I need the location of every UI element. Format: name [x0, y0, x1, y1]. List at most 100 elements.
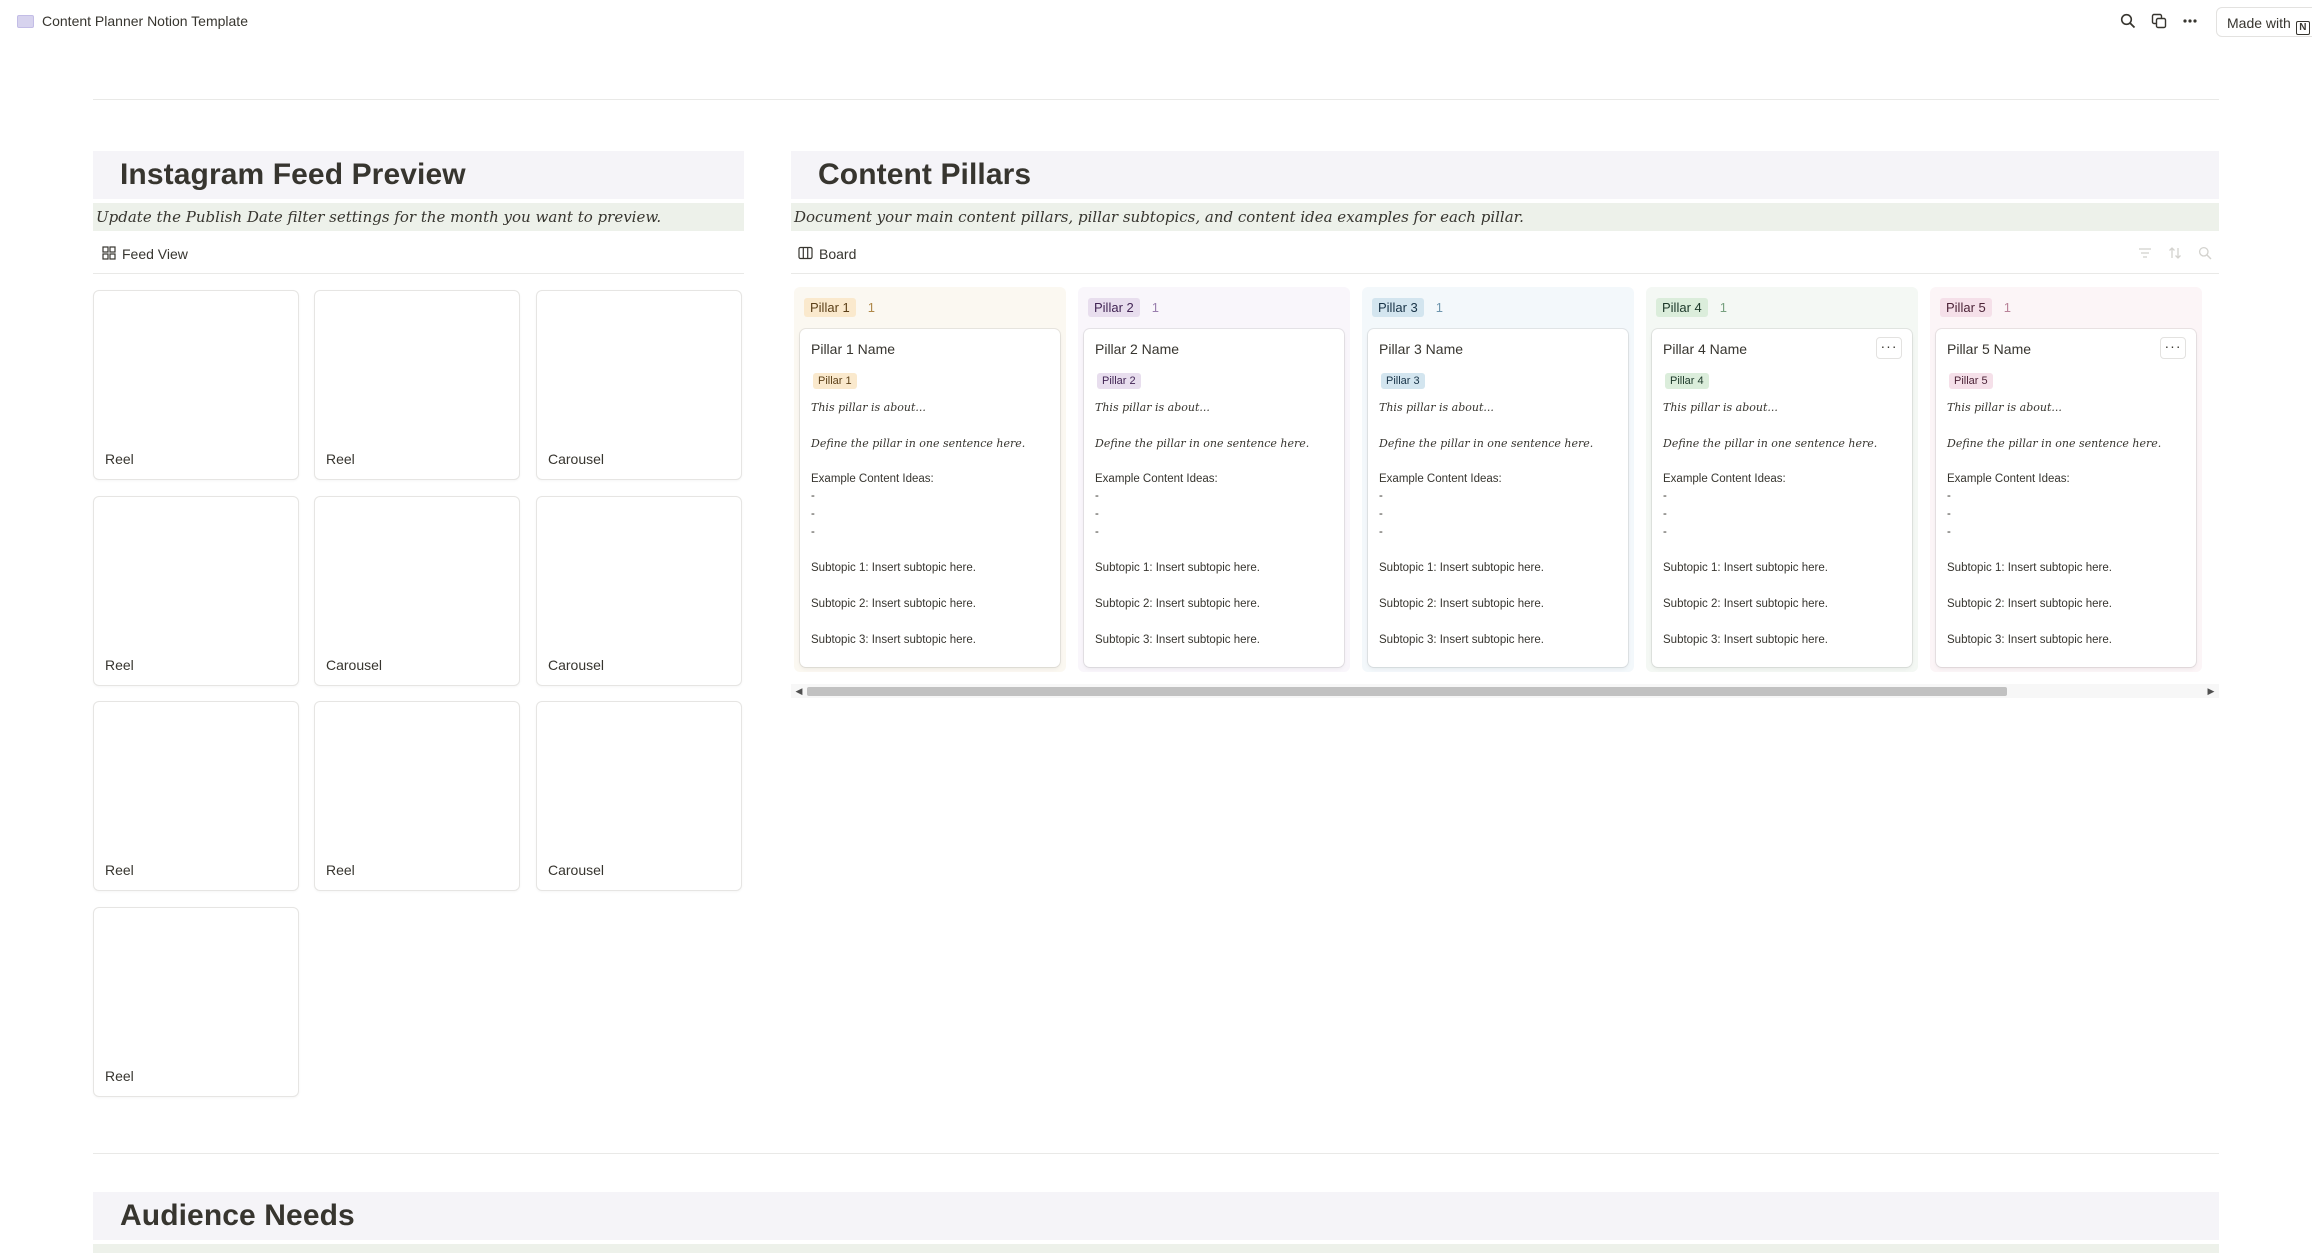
pillars-heading: Content Pillars: [818, 158, 1032, 191]
scroll-left-icon[interactable]: ◀: [793, 685, 805, 697]
gallery-card-label: Reel: [105, 862, 134, 878]
gallery-card-label: Carousel: [548, 657, 605, 673]
pillar-name: Pillar 5 Name: [1947, 341, 2032, 357]
column-header[interactable]: Pillar 4 1: [1656, 297, 1727, 317]
column-count: 1: [867, 299, 875, 315]
pillar-definition-text: Define the pillar in one sentence here.: [1947, 437, 2162, 450]
subtopic-2-text: Subtopic 2: Insert subtopic here.: [1947, 598, 2112, 610]
pillar-name: Pillar 1 Name: [811, 341, 896, 357]
divider: [93, 99, 2219, 100]
board-column-pillar-3: Pillar 3 1 Pillar 3 Name Pillar 3 This pilla…: [1362, 287, 1634, 672]
gallery-card-label: Carousel: [326, 657, 383, 673]
scroll-thumb[interactable]: [807, 687, 2007, 696]
subtopic-3-text: Subtopic 3: Insert subtopic here.: [1663, 634, 1828, 646]
pillars-section-heading: Content Pillars: [791, 151, 2219, 199]
gallery-card-label: Reel: [105, 1068, 134, 1084]
board-column-pillar-5: Pillar 5 1 Pillar 5 Name ··· Pillar 5 This pi…: [1930, 287, 2202, 672]
idea-bullet: -: [1663, 526, 1667, 538]
pillar-tag: Pillar 2: [1097, 373, 1141, 389]
example-ideas-label: Example Content Ideas:: [1947, 473, 2070, 485]
board-column-pillar-2: Pillar 2 1 Pillar 2 Name Pillar 2 This pilla…: [1078, 287, 1350, 672]
gallery-card[interactable]: Reel: [93, 907, 299, 1097]
column-tag: Pillar 5: [1940, 297, 1992, 317]
column-header[interactable]: Pillar 1 1: [804, 297, 875, 317]
pillar-about-text: This pillar is about...: [1663, 401, 1778, 414]
idea-bullet: -: [811, 526, 815, 538]
gallery-card[interactable]: Carousel: [536, 290, 742, 480]
gallery-card-label: Carousel: [548, 451, 605, 467]
subtopic-1-text: Subtopic 1: Insert subtopic here.: [1379, 562, 1544, 574]
board-column-pillar-1: Pillar 1 1 Pillar 1 Name Pillar 1 This pilla…: [794, 287, 1066, 672]
gallery-card[interactable]: Carousel: [536, 701, 742, 891]
pillar-card[interactable]: Pillar 1 Name Pillar 1 This pillar is abou…: [800, 329, 1060, 667]
column-tag: Pillar 4: [1656, 297, 1708, 317]
tab-board-view[interactable]: Board: [798, 239, 856, 269]
search-icon[interactable]: [2196, 246, 2214, 264]
top-bar: Content Planner Notion Template Made wit…: [0, 0, 2312, 44]
pillar-about-text: This pillar is about...: [1095, 401, 1210, 414]
pillar-card[interactable]: Pillar 5 Name ··· Pillar 5 This pillar is a…: [1936, 329, 2196, 667]
pillar-about-text: This pillar is about...: [1379, 401, 1494, 414]
column-header[interactable]: Pillar 2 1: [1088, 297, 1159, 317]
feed-section-heading: Instagram Feed Preview: [93, 151, 744, 199]
column-count: 1: [1151, 299, 1159, 315]
board-horizontal-scrollbar[interactable]: ◀ ▶: [791, 684, 2219, 698]
column-tag: Pillar 2: [1088, 297, 1140, 317]
idea-bullet: -: [1663, 490, 1667, 502]
pillar-definition-text: Define the pillar in one sentence here.: [1095, 437, 1310, 450]
audience-description-bar: [93, 1244, 2219, 1253]
board-column-pillar-4: Pillar 4 1 Pillar 4 Name ··· Pillar 4 This pi…: [1646, 287, 1918, 672]
pillar-tag: Pillar 1: [813, 373, 857, 389]
gallery-card[interactable]: Reel: [93, 496, 299, 686]
column-count: 1: [1435, 299, 1443, 315]
gallery-card[interactable]: Reel: [314, 701, 520, 891]
idea-bullet: -: [811, 490, 815, 502]
pillar-card[interactable]: Pillar 4 Name ··· Pillar 4 This pillar is a…: [1652, 329, 1912, 667]
pillar-about-text: This pillar is about...: [811, 401, 926, 414]
card-more-icon[interactable]: ···: [1876, 337, 1902, 359]
subtopic-3-text: Subtopic 3: Insert subtopic here.: [811, 634, 976, 646]
scroll-right-icon[interactable]: ▶: [2205, 685, 2217, 697]
breadcrumb-page-title[interactable]: Content Planner Notion Template: [42, 13, 248, 29]
made-with-label: Made with: [2227, 15, 2291, 31]
more-icon[interactable]: [2179, 10, 2201, 32]
made-with-notion-button[interactable]: Made with N: [2216, 7, 2312, 37]
view-divider: [93, 273, 744, 274]
pillar-card[interactable]: Pillar 3 Name Pillar 3 This pillar is abou…: [1368, 329, 1628, 667]
duplicate-icon[interactable]: [2148, 10, 2170, 32]
notion-logo-icon: N: [2295, 21, 2310, 35]
sort-icon[interactable]: [2166, 246, 2184, 264]
pillar-card[interactable]: Pillar 2 Name Pillar 2 This pillar is abou…: [1084, 329, 1344, 667]
gallery-card[interactable]: Reel: [314, 290, 520, 480]
gallery-card[interactable]: Carousel: [536, 496, 742, 686]
subtopic-2-text: Subtopic 2: Insert subtopic here.: [1379, 598, 1544, 610]
column-header[interactable]: Pillar 5 1: [1940, 297, 2011, 317]
divider: [93, 1153, 2219, 1154]
feed-heading: Instagram Feed Preview: [120, 158, 466, 191]
page-icon: [17, 15, 34, 28]
subtopic-3-text: Subtopic 3: Insert subtopic here.: [1095, 634, 1260, 646]
idea-bullet: -: [1095, 508, 1099, 520]
audience-section-heading: Audience Needs: [93, 1192, 2219, 1240]
search-icon[interactable]: [2117, 10, 2139, 32]
pillar-name: Pillar 3 Name: [1379, 341, 1464, 357]
gallery-card[interactable]: Carousel: [314, 496, 520, 686]
card-more-icon[interactable]: ···: [2160, 337, 2186, 359]
subtopic-2-text: Subtopic 2: Insert subtopic here.: [1095, 598, 1260, 610]
gallery-card[interactable]: Reel: [93, 290, 299, 480]
subtopic-1-text: Subtopic 1: Insert subtopic here.: [811, 562, 976, 574]
example-ideas-label: Example Content Ideas:: [1663, 473, 1786, 485]
gallery-card-label: Carousel: [548, 862, 605, 878]
column-tag: Pillar 1: [804, 297, 856, 317]
tab-feed-view[interactable]: Feed View: [102, 239, 188, 269]
example-ideas-label: Example Content Ideas:: [1095, 473, 1218, 485]
idea-bullet: -: [811, 508, 815, 520]
idea-bullet: -: [1379, 508, 1383, 520]
gallery-card[interactable]: Reel: [93, 701, 299, 891]
column-header[interactable]: Pillar 3 1: [1372, 297, 1443, 317]
subtopic-2-text: Subtopic 2: Insert subtopic here.: [1663, 598, 1828, 610]
filter-icon[interactable]: [2136, 246, 2154, 264]
idea-bullet: -: [1663, 508, 1667, 520]
example-ideas-label: Example Content Ideas:: [811, 473, 934, 485]
idea-bullet: -: [1095, 490, 1099, 502]
